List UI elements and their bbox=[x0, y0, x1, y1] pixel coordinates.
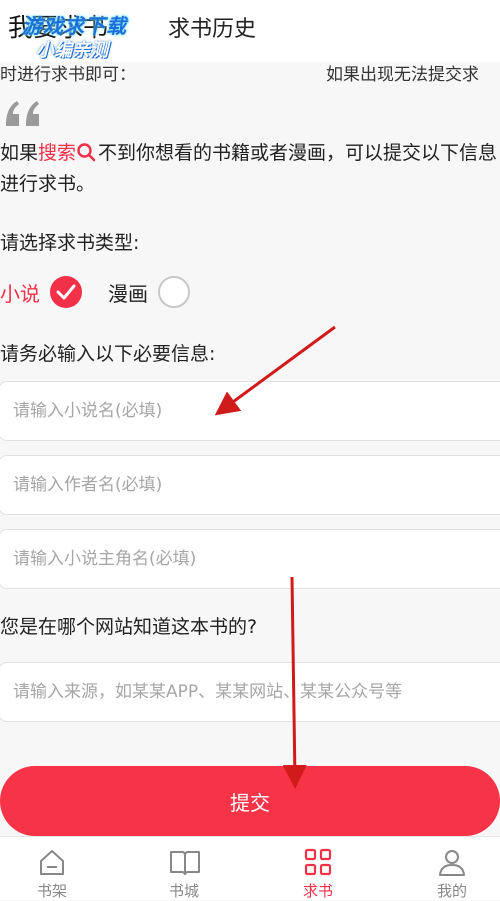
nav-item-request[interactable]: 求书 bbox=[268, 837, 368, 900]
source-field bbox=[0, 662, 500, 722]
nav-label-mine: 我的 bbox=[436, 882, 467, 900]
source-input[interactable] bbox=[0, 663, 483, 721]
top-bar: 我要求书 求书历史 游戏求下载 小编亲测 bbox=[0, 0, 500, 62]
quote-icon bbox=[6, 101, 39, 126]
nav-label-bookstore: 书城 bbox=[168, 882, 199, 900]
nav-label-bookshelf: 书架 bbox=[36, 882, 67, 900]
radio-unchecked-icon[interactable] bbox=[158, 276, 190, 308]
intro-text: 如果搜索 不到你想看的书籍或者漫画，可以提交以下信息进行求书。 bbox=[0, 138, 500, 200]
search-icon bbox=[77, 143, 96, 162]
author-field bbox=[0, 455, 500, 515]
bottom-nav: 书架 书城 求书 我的 bbox=[0, 836, 500, 900]
watermark-logo: 游戏求下载 小编亲测 bbox=[22, 8, 142, 61]
type-option-novel-label: 小说 bbox=[0, 281, 40, 306]
type-option-comic[interactable]: 漫画 bbox=[108, 272, 190, 312]
annotation-arrows bbox=[214, 325, 336, 789]
nav-label-request: 求书 bbox=[302, 882, 333, 900]
intro-prefix: 如果 bbox=[0, 142, 39, 164]
author-input[interactable] bbox=[0, 456, 483, 514]
user-icon bbox=[439, 850, 465, 876]
grid-icon bbox=[304, 848, 332, 876]
clipped-text-left: 时进行求书即可： bbox=[0, 65, 136, 85]
tab-request-history[interactable]: 求书历史 bbox=[168, 11, 256, 43]
search-keyword: 搜索 bbox=[38, 142, 77, 164]
nav-item-bookstore[interactable]: 书城 bbox=[134, 837, 234, 900]
bookshelf-icon bbox=[40, 850, 64, 875]
book-name-input[interactable] bbox=[0, 382, 483, 440]
type-section-label: 请选择求书类型: bbox=[0, 232, 140, 254]
book-name-field bbox=[0, 381, 500, 441]
source-question-label: 您是在哪个网站知道这本书的? bbox=[0, 616, 258, 638]
watermark-line2: 小编亲测 bbox=[36, 40, 108, 61]
submit-button[interactable]: 提交 bbox=[0, 766, 500, 836]
protagonist-input[interactable] bbox=[0, 530, 483, 588]
clipped-text-right: 如果出现无法提交求 bbox=[326, 65, 479, 85]
protagonist-field bbox=[0, 529, 500, 589]
type-option-novel[interactable]: 小说 bbox=[0, 272, 82, 312]
nav-item-bookshelf[interactable]: 书架 bbox=[2, 837, 102, 900]
nav-item-mine[interactable]: 我的 bbox=[402, 837, 500, 900]
required-info-label: 请务必输入以下必要信息: bbox=[0, 343, 216, 365]
checkmark-icon[interactable] bbox=[50, 276, 82, 308]
book-icon bbox=[170, 851, 200, 875]
watermark-line1: 游戏求下载 bbox=[22, 14, 127, 38]
type-option-comic-label: 漫画 bbox=[108, 281, 148, 306]
